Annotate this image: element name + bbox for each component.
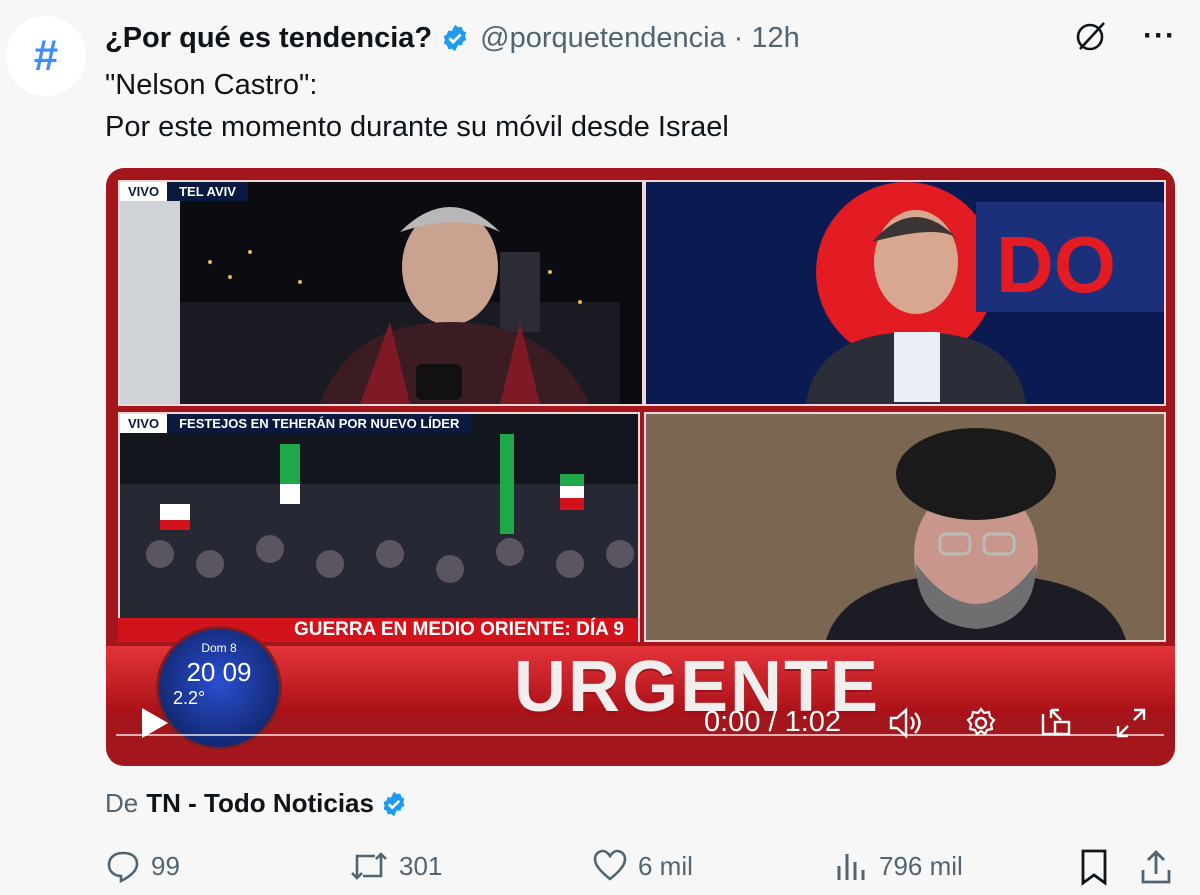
live-tag: VIVO FESTEJOS EN TEHERÁN POR NUEVO LÍDER [120,414,472,433]
hashtag-icon: # [33,31,59,80]
tweet-text-line-1: "Nelson Castro": [105,69,318,101]
post-timestamp[interactable]: 12h [751,22,799,55]
account-name[interactable]: ¿Por qué es tendencia? [105,22,432,55]
video-timecode: 0:00 / 1:02 [704,706,842,738]
views-button[interactable]: 796 mil [835,848,963,884]
svg-text:DO: DO [996,220,1116,309]
repost-count: 301 [399,850,443,881]
separator-dot: · [733,21,744,54]
reply-button[interactable]: 99 [105,848,180,884]
reply-count: 99 [151,850,180,881]
fullscreen-icon[interactable] [1114,706,1148,740]
studio-anchor-scene: DO [806,182,1164,404]
video-tile-cleric [644,412,1166,642]
settings-gear-icon[interactable] [964,706,998,740]
repost-icon [351,852,387,880]
tweet-text-line-2: Por este momento durante su móvil desde … [105,111,729,143]
video-player[interactable]: VIVO TEL AVIV DO VIVO FESTEJOS EN TEHERÁN … [106,168,1175,766]
play-icon[interactable] [136,705,172,741]
account-avatar[interactable]: # [6,16,86,96]
heart-icon [593,849,627,881]
views-chart-icon [837,854,865,880]
source-account-link[interactable]: TN - Todo Noticias [146,788,374,819]
live-tag: VIVO TEL AVIV [120,182,248,201]
views-count: 796 mil [879,850,963,881]
grok-icon[interactable] [1073,18,1109,54]
account-handle[interactable]: @porquetendencia [480,22,726,55]
verified-badge-icon [383,791,405,816]
like-button[interactable]: 6 mil [592,848,693,884]
video-tile-tel-aviv: VIVO TEL AVIV [118,180,644,406]
channel-clock: Dom 8 20 09 2.2° [156,626,282,750]
clock-time: 20 09 [186,657,252,687]
video-tile-studio: DO [644,180,1166,406]
repost-button[interactable]: 301 [349,848,442,884]
more-options-icon[interactable]: ··· [1143,19,1176,53]
clock-day: Dom 8 [201,641,237,655]
verified-badge-icon [443,24,467,52]
location-label: TEL AVIV [167,182,248,201]
tweet-header: ¿Por qué es tendencia? @porquetendencia … [105,18,800,58]
video-progress-bar[interactable] [116,734,1164,736]
header-actions: ··· [1073,18,1176,54]
city-night-scene [120,182,620,404]
clock-temperature: 2.2° [173,688,206,708]
video-source: De TN - Todo Noticias [105,788,408,819]
bookmark-icon[interactable] [1078,848,1110,886]
like-count: 6 mil [638,850,693,881]
live-label: VIVO [120,414,168,433]
tweet-text: "Nelson Castro": Por este momento durant… [105,64,729,148]
source-prefix: De [105,788,139,818]
live-label: VIVO [120,182,168,201]
caption-label: FESTEJOS EN TEHERÁN POR NUEVO LÍDER [167,414,472,433]
picture-in-picture-icon[interactable] [1039,706,1073,740]
share-icon[interactable] [1139,848,1173,886]
volume-icon[interactable] [888,706,922,740]
reply-icon [107,851,139,884]
cleric-portrait [646,414,1164,640]
crowd-scene [120,434,638,640]
video-tile-tehran: VIVO FESTEJOS EN TEHERÁN POR NUEVO LÍDER [118,412,640,642]
tweet-actions: 99 301 6 mil 796 mil [105,848,1180,888]
